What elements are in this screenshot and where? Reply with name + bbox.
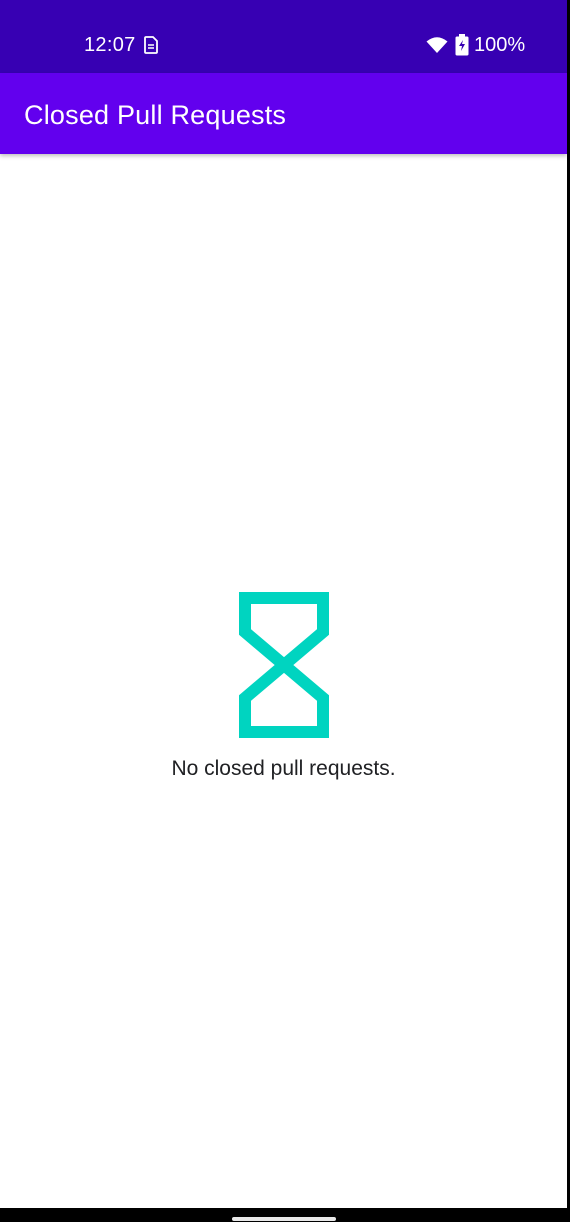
- sim-card-icon: [144, 36, 158, 54]
- status-time: 12:07: [84, 34, 136, 56]
- battery-charging-icon: [455, 34, 469, 56]
- gesture-handle[interactable]: [232, 1217, 336, 1221]
- empty-state: No closed pull requests.: [0, 592, 567, 782]
- status-bar: 12:07 100%: [0, 0, 567, 73]
- hourglass-icon: [238, 592, 329, 738]
- page-title: Closed Pull Requests: [24, 100, 287, 130]
- app-screen: 12:07 100% Closed Pull Requests No close…: [0, 0, 567, 1208]
- empty-state-message: No closed pull requests.: [171, 757, 396, 780]
- battery-percent: 100%: [474, 34, 526, 56]
- wifi-icon: [426, 37, 448, 53]
- app-bar: Closed Pull Requests: [0, 73, 567, 154]
